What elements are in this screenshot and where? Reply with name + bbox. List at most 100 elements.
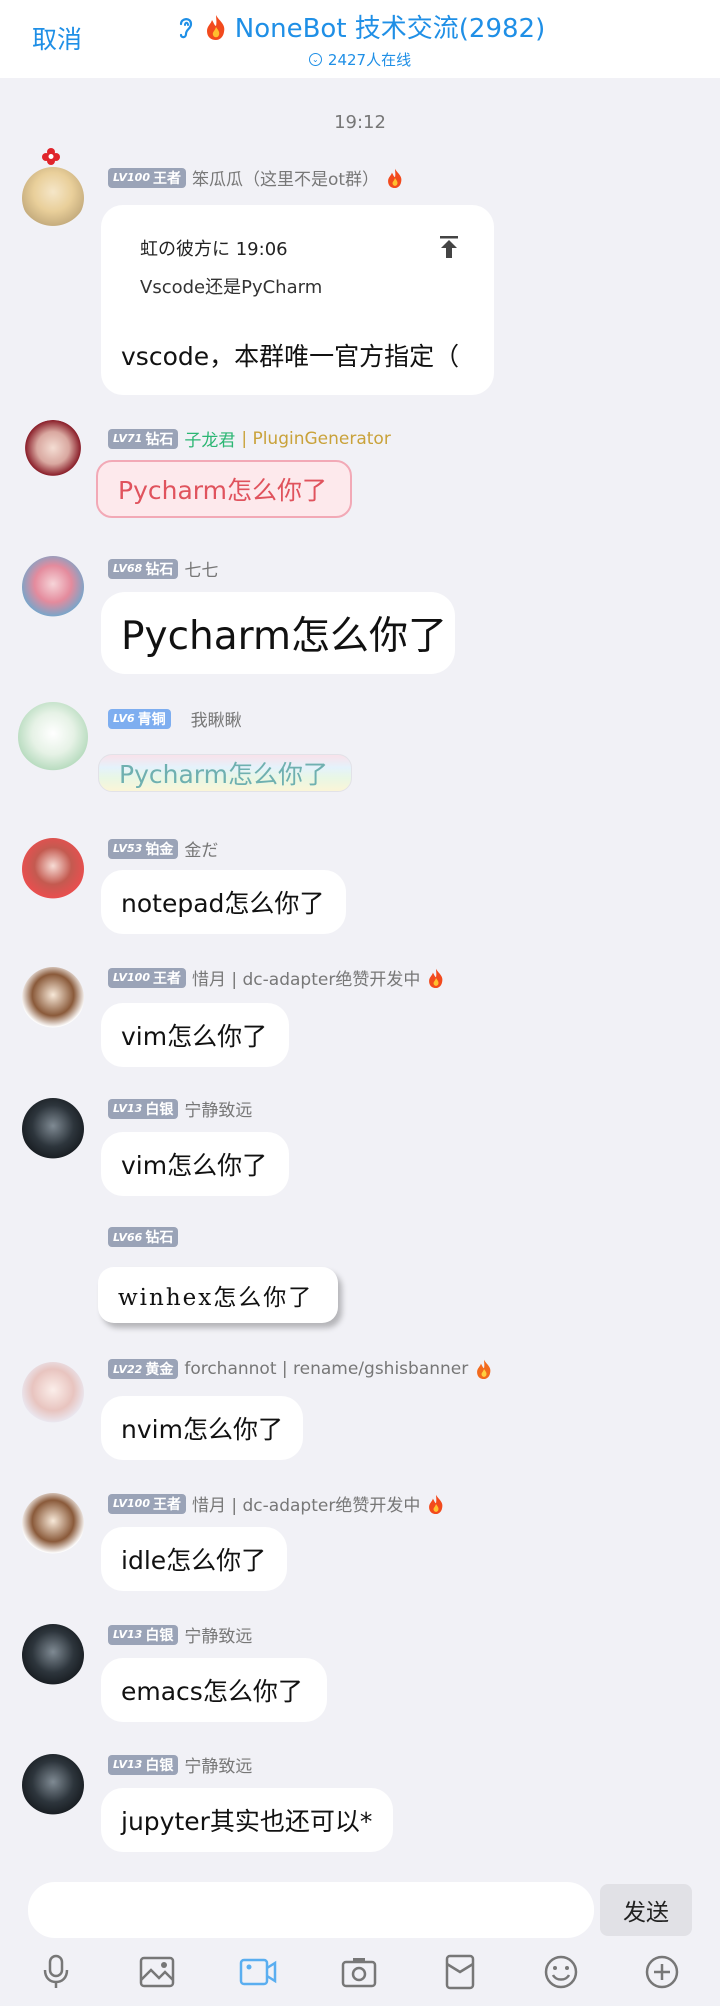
avatar[interactable] xyxy=(22,556,84,618)
sender-name[interactable]: 七七 xyxy=(184,556,218,581)
avatar[interactable] xyxy=(22,1624,84,1686)
message-bubble[interactable]: Pycharm怎么你了 xyxy=(101,592,455,674)
level-badge: LV22 黄金 xyxy=(108,1359,179,1379)
timestamp: 19:12 xyxy=(334,112,386,133)
online-status-icon: ⌄ xyxy=(308,53,322,66)
avatar[interactable] xyxy=(22,967,84,1029)
plus-icon[interactable] xyxy=(640,1950,684,1994)
sender-info: LV13 白银 宁静致远 xyxy=(108,1096,252,1121)
level-badge: LV100 王者 xyxy=(108,167,186,188)
sender-name[interactable]: forchannot | rename/gshisbanner xyxy=(184,1359,468,1379)
level-badge: LV68 钻石 xyxy=(108,558,179,579)
microphone-icon[interactable] xyxy=(34,1950,78,1994)
group-title: NoneBot 技术交流(2982) xyxy=(175,8,546,45)
sender-name[interactable]: 宁静致远 xyxy=(184,1096,252,1121)
sender-name[interactable]: 惜月 | dc-adapter绝赞开发中 xyxy=(192,1491,420,1516)
send-button[interactable]: 发送 xyxy=(600,1884,692,1936)
message-text: jupyter其实也还可以* xyxy=(121,1807,373,1836)
message-bubble[interactable]: nvim怎么你了 xyxy=(101,1396,303,1460)
avatar[interactable] xyxy=(22,1754,84,1816)
sender-name[interactable]: 惜月 | dc-adapter绝赞开发中 xyxy=(192,965,420,990)
message-text: vim怎么你了 xyxy=(121,1151,268,1180)
level-badge: LV6 青铜 xyxy=(108,708,171,729)
message-text: Pycharm怎么你了 xyxy=(121,614,447,659)
image-icon[interactable] xyxy=(135,1950,179,1994)
level-badge: LV53 铂金 xyxy=(108,838,179,859)
avatar[interactable] xyxy=(22,1493,84,1555)
online-count-text: 2427人在线 xyxy=(327,51,412,69)
message-bubble[interactable]: winhex怎么你了 xyxy=(98,1267,338,1323)
sender-info: LV22 黄金 forchannot | rename/gshisbanner xyxy=(108,1358,494,1380)
message-text: idle怎么你了 xyxy=(121,1546,267,1575)
message-text: winhex怎么你了 xyxy=(118,1285,314,1311)
jump-to-quote-icon[interactable] xyxy=(438,235,460,259)
sender-info: LV100 王者 笨瓜瓜（这里不是ot群） xyxy=(108,165,405,190)
message-bubble[interactable]: jupyter其实也还可以* xyxy=(101,1788,393,1852)
sender-name[interactable]: 子龙君 xyxy=(184,426,235,451)
sender-info: LV68 钻石 七七 xyxy=(108,556,218,581)
camera-icon[interactable] xyxy=(337,1950,381,1994)
hearing-icon xyxy=(179,17,192,38)
chat-header: 取消 NoneBot 技术交流(2982) ⌄ 2427人在线 xyxy=(0,0,720,78)
message-text: vscode，本群唯一官方指定（ xyxy=(121,342,460,371)
bottom-toolbar xyxy=(0,1950,720,2000)
fire-icon xyxy=(388,168,402,188)
sender-info: LV6 青铜 我瞅瞅 xyxy=(108,706,242,731)
avatar[interactable] xyxy=(18,702,88,772)
message-text: emacs怎么你了 xyxy=(121,1677,303,1706)
message-bubble[interactable]: notepad怎么你了 xyxy=(101,870,346,934)
online-count: ⌄ 2427人在线 xyxy=(0,49,720,70)
message-text: nvim怎么你了 xyxy=(121,1415,283,1444)
message-bubble[interactable]: emacs怎么你了 xyxy=(101,1658,327,1722)
level-badge: LV13 白银 xyxy=(108,1624,179,1645)
message-text: Pycharm怎么你了 xyxy=(118,476,327,505)
sender-info: LV100 王者 惜月 | dc-adapter绝赞开发中 xyxy=(108,965,446,990)
message-bubble[interactable]: 虹の彼方に 19:06 Vscode还是PyCharm vscode，本群唯一官… xyxy=(101,205,494,395)
message-bubble[interactable]: idle怎么你了 xyxy=(101,1527,287,1591)
avatar[interactable] xyxy=(22,167,84,229)
sender-name[interactable]: 宁静致远 xyxy=(184,1752,252,1777)
quote-text: Vscode还是PyCharm xyxy=(140,277,323,298)
level-badge: LV71 钻石 xyxy=(108,428,179,449)
input-bar: 发送 xyxy=(0,1868,720,1938)
title-area[interactable]: NoneBot 技术交流(2982) ⌄ 2427人在线 xyxy=(0,8,720,70)
level-badge: LV13 白银 xyxy=(108,1754,179,1775)
fire-icon xyxy=(477,1359,491,1379)
sender-name[interactable]: 金だ xyxy=(184,836,218,861)
fire-icon xyxy=(429,1494,443,1514)
video-icon[interactable] xyxy=(236,1950,280,1994)
message-input[interactable] xyxy=(28,1882,594,1938)
avatar[interactable] xyxy=(22,1098,84,1160)
fire-icon xyxy=(206,14,225,40)
avatar[interactable] xyxy=(22,1362,84,1424)
flower-badge-icon xyxy=(42,148,60,165)
level-badge: LV66 钻石 xyxy=(108,1227,179,1247)
sender-name[interactable]: 我瞅瞅 xyxy=(191,706,242,731)
message-text: notepad怎么你了 xyxy=(121,889,325,918)
sender-info: LV66 钻石 xyxy=(108,1227,179,1247)
sender-title: | PluginGenerator xyxy=(241,428,391,449)
sender-info: LV53 铂金 金だ xyxy=(108,836,218,861)
level-badge: LV13 白银 xyxy=(108,1098,179,1119)
group-title-text: NoneBot 技术交流(2982) xyxy=(234,14,546,44)
sender-name[interactable]: 宁静致远 xyxy=(184,1622,252,1647)
message-bubble[interactable]: vim怎么你了 xyxy=(101,1003,289,1067)
message-bubble[interactable]: Pycharm怎么你了 xyxy=(96,460,352,518)
message-text: Pycharm怎么你了 xyxy=(119,760,328,789)
avatar[interactable] xyxy=(22,420,84,482)
avatar[interactable] xyxy=(22,838,84,900)
emoji-icon[interactable] xyxy=(539,1950,583,1994)
fire-icon xyxy=(429,968,443,988)
quote-author: 虹の彼方に 19:06 xyxy=(140,239,288,260)
sender-info: LV13 白银 宁静致远 xyxy=(108,1752,252,1777)
message-bubble[interactable]: vim怎么你了 xyxy=(101,1132,289,1196)
level-badge: LV100 王者 xyxy=(108,967,186,988)
sender-info: LV71 钻石 子龙君 | PluginGenerator xyxy=(108,426,391,451)
sender-info: LV100 王者 惜月 | dc-adapter绝赞开发中 xyxy=(108,1491,446,1516)
red-packet-icon[interactable] xyxy=(438,1950,482,1994)
sender-info: LV13 白银 宁静致远 xyxy=(108,1622,252,1647)
level-badge: LV100 王者 xyxy=(108,1493,186,1514)
message-text: vim怎么你了 xyxy=(121,1022,268,1051)
sender-name[interactable]: 笨瓜瓜（这里不是ot群） xyxy=(192,165,379,190)
message-bubble[interactable]: Pycharm怎么你了 xyxy=(98,754,352,792)
